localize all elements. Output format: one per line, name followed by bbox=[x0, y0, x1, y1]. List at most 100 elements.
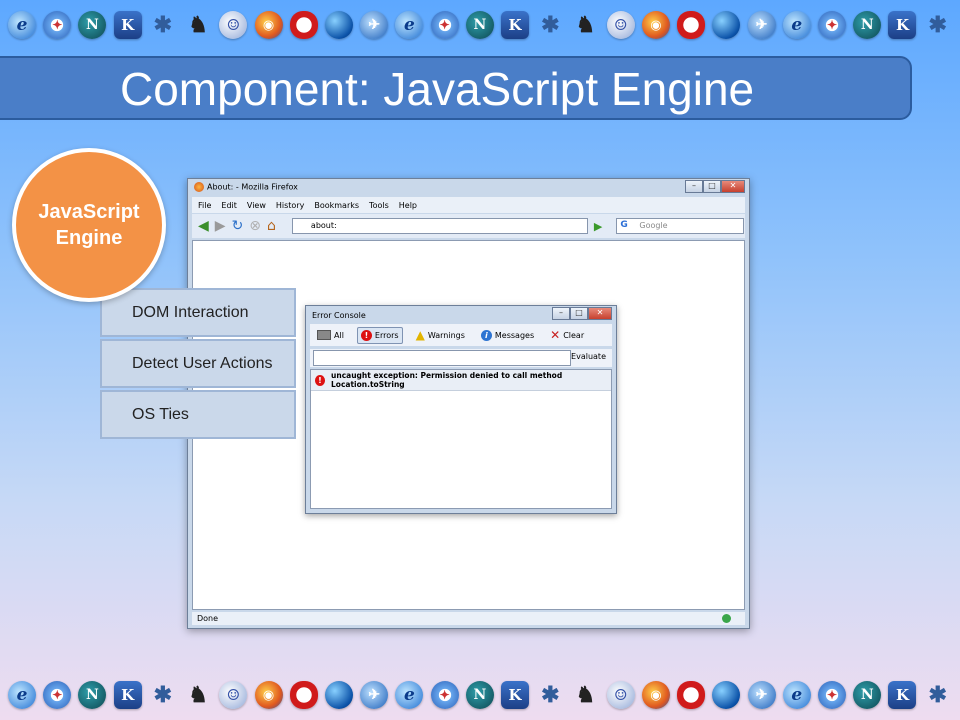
epiphany-icon: ☺ bbox=[606, 681, 635, 709]
safari-icon: ✦ bbox=[818, 681, 847, 709]
search-input[interactable]: G Google bbox=[616, 218, 745, 234]
kde-icon: ✱ bbox=[153, 12, 173, 38]
info-icon: i bbox=[480, 329, 492, 341]
globe-icon: ● bbox=[324, 11, 353, 39]
stop-icon[interactable]: ⊗ bbox=[249, 219, 261, 233]
error-console-title: Error Console bbox=[312, 311, 366, 320]
menu-edit[interactable]: Edit bbox=[221, 201, 237, 210]
firefox-icon: ◉ bbox=[254, 11, 283, 39]
kmeleon-icon: ✈ bbox=[360, 681, 389, 709]
ie-icon: e bbox=[8, 11, 36, 39]
subcomponent-dom-interaction: DOM Interaction bbox=[100, 288, 296, 337]
kde-icon: ✱ bbox=[928, 12, 947, 38]
console-all-label: All bbox=[334, 330, 344, 340]
status-text: Done bbox=[197, 614, 219, 623]
opera-icon: O bbox=[289, 11, 318, 39]
kde-icon: ✱ bbox=[541, 12, 560, 38]
console-maximize-button[interactable]: □ bbox=[570, 307, 588, 320]
safari-icon: ✦ bbox=[818, 11, 847, 39]
evaluate-button[interactable]: Evaluate bbox=[571, 352, 606, 361]
netscape-icon: N bbox=[465, 11, 494, 39]
epiphany-icon: ☺ bbox=[219, 681, 248, 709]
url-input[interactable]: about: bbox=[291, 218, 588, 234]
konqueror-icon: K bbox=[888, 681, 917, 709]
error-console-window: Error Console – □ ✕ All ! Errors ▲ Warning… bbox=[305, 305, 617, 514]
console-all-button[interactable]: All bbox=[314, 328, 347, 342]
konqueror-icon: K bbox=[501, 11, 530, 39]
status-ok-icon bbox=[722, 614, 731, 623]
safari-icon: ✦ bbox=[43, 681, 72, 709]
warning-icon: ▲ bbox=[415, 328, 425, 342]
ie-icon: e bbox=[395, 11, 424, 39]
console-warnings-button[interactable]: ▲ Warnings bbox=[413, 327, 468, 343]
firefox-icon: ◉ bbox=[254, 681, 283, 709]
gnu-icon: ♞ bbox=[188, 12, 208, 38]
javascript-engine-circle: JavaScript Engine bbox=[12, 148, 166, 302]
minimize-button[interactable]: – bbox=[685, 180, 703, 193]
netscape-icon: N bbox=[465, 681, 494, 709]
konqueror-icon: K bbox=[113, 11, 142, 39]
console-messages-button[interactable]: i Messages bbox=[478, 328, 537, 343]
console-clear-button[interactable]: ✕ Clear bbox=[547, 327, 587, 343]
menu-bookmarks[interactable]: Bookmarks bbox=[314, 201, 359, 210]
forward-arrow-icon[interactable]: ▶ bbox=[215, 219, 226, 233]
ie-icon: e bbox=[782, 11, 811, 39]
ie-icon: e bbox=[395, 681, 424, 709]
console-errors-label: Errors bbox=[374, 330, 399, 340]
clear-icon: ✕ bbox=[550, 328, 561, 342]
gnu-icon: ♞ bbox=[188, 682, 208, 708]
evaluate-input[interactable] bbox=[313, 350, 571, 366]
netscape-icon: N bbox=[78, 11, 107, 39]
netscape-icon: N bbox=[853, 681, 882, 709]
konqueror-icon: K bbox=[113, 681, 142, 709]
menu-view[interactable]: View bbox=[247, 201, 266, 210]
opera-icon: O bbox=[677, 681, 706, 709]
konqueror-icon: K bbox=[888, 11, 917, 39]
console-warnings-label: Warnings bbox=[427, 330, 465, 340]
all-icon bbox=[317, 330, 331, 340]
close-button[interactable]: ✕ bbox=[721, 180, 745, 193]
slide-title: Component: JavaScript Engine bbox=[120, 63, 755, 115]
epiphany-icon: ☺ bbox=[606, 11, 635, 39]
status-bar: Done bbox=[192, 612, 745, 625]
kmeleon-icon: ✈ bbox=[360, 11, 389, 39]
home-icon[interactable]: ⌂ bbox=[267, 219, 276, 233]
console-close-button[interactable]: ✕ bbox=[588, 307, 612, 320]
gnu-icon: ♞ bbox=[575, 682, 596, 708]
console-toolbar: All ! Errors ▲ Warnings i Messages ✕ Clear bbox=[310, 324, 612, 346]
console-messages-label: Messages bbox=[494, 330, 535, 340]
navigation-toolbar: ◀ ▶ ↻ ⊗ ⌂ about: ▶ G Google bbox=[192, 214, 745, 238]
subcomponent-os-ties: OS Ties bbox=[100, 390, 296, 439]
opera-icon: O bbox=[677, 11, 706, 39]
safari-icon: ✦ bbox=[430, 681, 459, 709]
kmeleon-icon: ✈ bbox=[747, 11, 776, 39]
console-errors-button[interactable]: ! Errors bbox=[356, 326, 403, 344]
kde-icon: ✱ bbox=[928, 682, 947, 708]
firefox-icon: ◉ bbox=[641, 681, 670, 709]
reload-icon[interactable]: ↻ bbox=[232, 219, 244, 233]
error-icon: ! bbox=[360, 329, 372, 341]
error-row[interactable]: ! uncaught exception: Permission denied t… bbox=[311, 370, 611, 391]
engine-label: JavaScript Engine bbox=[38, 201, 140, 249]
firefox-icon: ◉ bbox=[641, 11, 670, 39]
menu-history[interactable]: History bbox=[276, 201, 304, 210]
browser-icon-strip-bottom: e✦NK✱♞☺◉O●✈e✦NK✱♞☺◉O●✈e✦NK✱ bbox=[8, 678, 952, 712]
globe-icon: ● bbox=[324, 681, 353, 709]
maximize-button[interactable]: □ bbox=[703, 180, 721, 193]
netscape-icon: N bbox=[78, 681, 107, 709]
kde-icon: ✱ bbox=[153, 682, 173, 708]
go-arrow-icon[interactable]: ▶ bbox=[594, 220, 602, 233]
firefox-title-text: About: - Mozilla Firefox bbox=[207, 182, 298, 192]
opera-icon: O bbox=[289, 681, 318, 709]
gnu-icon: ♞ bbox=[575, 12, 596, 38]
error-message: uncaught exception: Permission denied to… bbox=[331, 371, 563, 389]
firefox-icon bbox=[194, 182, 204, 192]
menu-help[interactable]: Help bbox=[399, 201, 417, 210]
console-minimize-button[interactable]: – bbox=[552, 307, 570, 320]
back-arrow-icon[interactable]: ◀ bbox=[198, 219, 209, 233]
globe-icon: ● bbox=[712, 11, 741, 39]
menu-file[interactable]: File bbox=[198, 201, 211, 210]
browser-icon-strip-top: e✦NK✱♞☺◉O●✈e✦NK✱♞☺◉O●✈e✦NK✱ bbox=[8, 8, 952, 42]
subcomponent-detect-user-actions: Detect User Actions bbox=[100, 339, 296, 388]
menu-tools[interactable]: Tools bbox=[369, 201, 389, 210]
